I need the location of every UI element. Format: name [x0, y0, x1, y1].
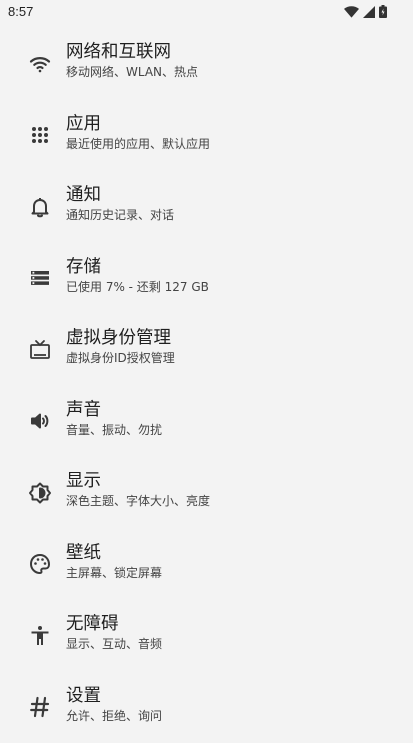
settings-item-summary: 主屏幕、锁定屏幕: [66, 564, 162, 581]
settings-item-summary: 深色主题、字体大小、亮度: [66, 492, 210, 509]
settings-item-title: 设置: [66, 682, 101, 707]
settings-item-summary: 虚拟身份ID授权管理: [66, 349, 175, 366]
settings-item-accessibility[interactable]: 无障碍 显示、互动、音频: [0, 600, 413, 672]
apps-grid-icon: [28, 123, 52, 147]
settings-item-summary: 显示、互动、音频: [66, 635, 162, 652]
settings-item-title: 显示: [66, 467, 101, 492]
status-time: 8:57: [8, 4, 33, 19]
settings-item-summary: 已使用 7% - 还剩 127 GB: [66, 278, 209, 295]
settings-item-title: 虚拟身份管理: [66, 324, 171, 349]
settings-item-wallpaper[interactable]: 壁纸 主屏幕、锁定屏幕: [0, 529, 413, 601]
settings-item-notifications[interactable]: 通知 通知历史记录、对话: [0, 171, 413, 243]
settings-item-summary: 移动网络、WLAN、热点: [66, 63, 198, 80]
settings-item-title: 存储: [66, 253, 101, 278]
settings-item-title: 通知: [66, 181, 101, 206]
settings-item-title: 壁纸: [66, 539, 101, 564]
accessibility-icon: [28, 624, 52, 648]
settings-item-summary: 允许、拒绝、询问: [66, 707, 162, 724]
settings-item-title: 应用: [66, 110, 101, 135]
settings-item-title: 声音: [66, 396, 101, 421]
settings-item-network[interactable]: 网络和互联网 移动网络、WLAN、热点: [0, 28, 413, 100]
settings-item-summary: 最近使用的应用、默认应用: [66, 135, 210, 152]
cell-signal-icon: [363, 6, 375, 18]
settings-item-storage[interactable]: 存储 已使用 7% - 还剩 127 GB: [0, 243, 413, 315]
settings-item-title: 无障碍: [66, 610, 119, 635]
wifi-icon: [28, 52, 52, 76]
settings-list: 网络和互联网 移动网络、WLAN、热点 应用 最近使用的应用、默认应用 通知 通…: [0, 28, 413, 743]
settings-item-display[interactable]: 显示 深色主题、字体大小、亮度: [0, 457, 413, 529]
wifi-icon: [344, 6, 359, 18]
status-bar: 8:57: [0, 0, 413, 24]
storage-icon: [28, 266, 52, 290]
hash-icon: [28, 695, 52, 719]
battery-icon: [379, 5, 387, 18]
settings-item-apps[interactable]: 应用 最近使用的应用、默认应用: [0, 100, 413, 172]
settings-item-permissions[interactable]: 设置 允许、拒绝、询问: [0, 672, 413, 743]
bell-icon: [28, 195, 52, 219]
settings-item-virtual-identity[interactable]: 虚拟身份管理 虚拟身份ID授权管理: [0, 314, 413, 386]
tv-icon: [28, 338, 52, 362]
brightness-icon: [28, 481, 52, 505]
settings-item-title: 网络和互联网: [66, 38, 171, 63]
palette-icon: [28, 552, 52, 576]
status-icons: [344, 5, 387, 18]
volume-icon: [28, 409, 52, 433]
settings-item-sound[interactable]: 声音 音量、振动、勿扰: [0, 386, 413, 458]
settings-item-summary: 音量、振动、勿扰: [66, 421, 162, 438]
settings-item-summary: 通知历史记录、对话: [66, 206, 174, 223]
